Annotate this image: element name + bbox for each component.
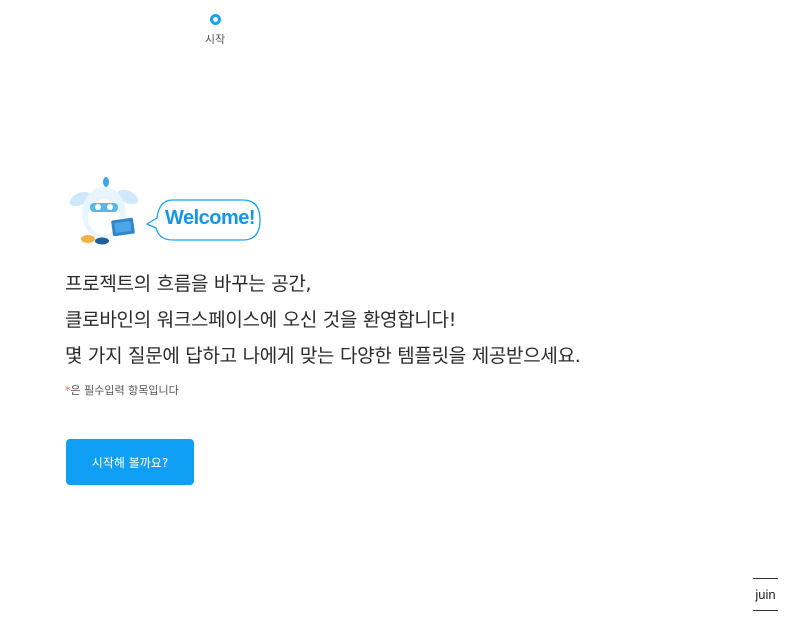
step-indicator-start: 시작 <box>195 14 235 47</box>
brand-text: juin <box>755 587 776 602</box>
step-label: 시작 <box>204 33 226 46</box>
welcome-text: Welcome! <box>164 207 256 229</box>
onboarding-page: 시작 Welcome! 프로젝트의 흐름을 바꾸는 공간, 클로바인의 워크스페… <box>0 0 800 639</box>
intro-line: 프로젝트의 흐름을 바꾸는 공간, <box>65 273 312 295</box>
intro-line: 클로바인의 워크스페이스에 오신 것을 환영합니다! <box>65 309 457 331</box>
bird-mascot-icon <box>69 177 139 245</box>
intro-text: 프로젝트의 흐름을 바꾸는 공간, 클로바인의 워크스페이스에 오신 것을 환영… <box>65 266 581 374</box>
required-field-note: *은 필수입력 항목입니다 <box>65 382 179 398</box>
start-button[interactable]: 시작해 볼까요? <box>66 439 194 485</box>
brand-logo: juin <box>753 578 778 611</box>
step-dot-icon <box>209 14 221 25</box>
required-note-text: 은 필수입력 항목입니다 <box>70 384 179 397</box>
intro-line: 몇 가지 질문에 답하고 나에게 맞는 다양한 템플릿을 제공받으세요. <box>65 345 581 367</box>
